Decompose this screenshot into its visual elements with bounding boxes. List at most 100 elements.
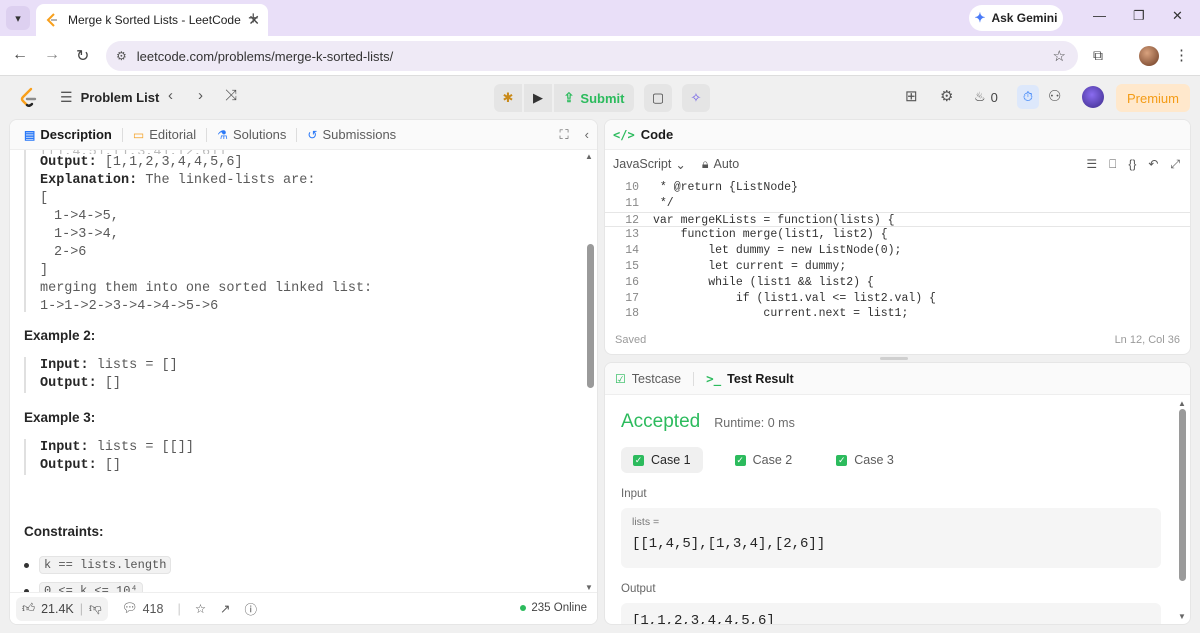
format-lines-icon[interactable]: ☰ xyxy=(1086,157,1097,172)
tab-search-button[interactable]: ▾ xyxy=(6,6,30,30)
tab-test-result-label: Test Result xyxy=(727,371,794,386)
submit-button[interactable]: ⇪ Submit xyxy=(554,84,634,112)
left-panel-tools: ⛶ ‹ xyxy=(560,127,589,143)
accepted-status: Accepted xyxy=(621,411,701,432)
add-collaborator-icon[interactable]: ⚇ xyxy=(1048,87,1061,105)
code-line: 13 function merge(list1, list2) { xyxy=(605,227,1190,243)
help-icon[interactable]: ⓘ xyxy=(245,599,258,618)
output-box: [1,1,2,3,4,4,5,6] xyxy=(621,603,1161,624)
share-icon[interactable]: ↗ xyxy=(220,601,230,616)
auto-mode-toggle[interactable]: 🔒︎ Auto xyxy=(702,157,739,172)
braces-icon[interactable]: {} xyxy=(1128,157,1136,172)
next-problem-icon[interactable]: › xyxy=(198,87,203,104)
description-scrollbar[interactable]: ▲ ▼ xyxy=(585,150,595,594)
leetcode-logo-icon[interactable] xyxy=(18,87,38,109)
tab-testcase[interactable]: Testcase xyxy=(632,372,681,386)
url-text[interactable]: leetcode.com/problems/merge-k-sorted-lis… xyxy=(137,49,393,64)
close-window-icon[interactable]: ✕ xyxy=(1172,8,1183,24)
language-select[interactable]: JavaScript ⌄ xyxy=(613,157,686,172)
back-arrow-icon[interactable]: ← xyxy=(12,46,28,64)
minimize-window-icon[interactable]: — xyxy=(1093,8,1106,23)
online-dot-icon xyxy=(520,605,527,611)
linked-list-2: 1->3->4, xyxy=(54,227,119,242)
tab-submissions[interactable]: ↺ Submissions xyxy=(301,127,402,142)
browser-menu-icon[interactable]: ⋮ xyxy=(1174,46,1189,64)
leetcode-favicon-icon xyxy=(46,13,57,27)
fullscreen-icon[interactable]: ⛶ xyxy=(560,127,569,143)
linked-list-3: 2->6 xyxy=(54,245,87,260)
example-1-block: [[1,4,5],[1,3,4],[2,6]] Output: [1,1,2,3… xyxy=(24,150,372,314)
case-tab-3[interactable]: ✓ Case 3 xyxy=(824,447,906,473)
collapse-panel-icon[interactable]: ‹ xyxy=(585,127,589,143)
problem-list-label: Problem List xyxy=(80,90,160,105)
line-text: current.next = list1; xyxy=(653,307,909,321)
expand-editor-icon[interactable]: ⤢ xyxy=(1170,157,1180,172)
layout-grid-icon[interactable]: ⊞ xyxy=(905,87,918,105)
line-number: 11 xyxy=(625,196,639,210)
line-text: * @return {ListNode} xyxy=(653,181,798,194)
online-indicator: 235 Online xyxy=(520,602,587,614)
scroll-down-arrow-icon[interactable]: ▼ xyxy=(1178,612,1186,621)
premium-button[interactable]: Premium xyxy=(1116,84,1190,112)
reload-icon[interactable]: ↻ xyxy=(76,46,89,66)
case-tab-1[interactable]: ✓ Case 1 xyxy=(621,447,703,473)
settings-gear-icon[interactable]: ⚙ xyxy=(940,87,953,105)
line-text: let current = dummy; xyxy=(653,259,847,273)
scroll-down-arrow-icon[interactable]: ▼ xyxy=(585,583,593,592)
scrollbar-thumb[interactable] xyxy=(1179,409,1186,581)
case-label: Case 2 xyxy=(752,453,793,467)
scroll-up-arrow-icon[interactable]: ▲ xyxy=(1178,399,1186,408)
notes-icon[interactable]: ▢ xyxy=(644,84,672,112)
thumbs-down-icon[interactable]: 👎︎ xyxy=(89,601,102,616)
result-summary: Accepted Runtime: 0 ms xyxy=(621,411,795,433)
cloud-upload-icon: ⇪ xyxy=(563,90,575,105)
debug-bug-icon[interactable]: ✱ xyxy=(494,84,522,112)
restore-window-icon[interactable]: ❐ xyxy=(1133,8,1145,24)
tab-divider xyxy=(296,127,298,142)
constraint-item: k == lists.length xyxy=(24,556,172,574)
thumbs-up-icon[interactable]: 👍︎ xyxy=(22,601,35,616)
scroll-up-arrow-icon[interactable]: ▲ xyxy=(585,152,593,161)
case-tab-2[interactable]: ✓ Case 2 xyxy=(723,447,805,473)
site-info-icon[interactable]: ⚙ xyxy=(116,49,127,63)
description-panel: ▤ Description ▭ Editorial ⚗ Solutions ↺ … xyxy=(9,119,598,625)
bookmark-star-icon[interactable]: ☆ xyxy=(1053,47,1066,65)
streak-counter[interactable]: ♨ 0 xyxy=(974,89,998,105)
streak-count: 0 xyxy=(990,89,998,105)
run-play-icon[interactable]: ▶ xyxy=(524,84,552,112)
shuffle-icon[interactable]: ⤨ xyxy=(225,87,237,104)
panel-resize-handle[interactable] xyxy=(880,357,908,360)
bookmark-icon[interactable]: ⎕ xyxy=(1109,157,1116,172)
timer-icon[interactable]: ⏱ xyxy=(1017,85,1039,109)
new-tab-button[interactable]: + xyxy=(248,8,259,29)
tab-solutions[interactable]: ⚗ Solutions xyxy=(211,127,292,142)
comments-button[interactable]: 💬︎ 418 xyxy=(122,601,164,616)
example-3-input: Input: lists = [[]] xyxy=(40,439,194,457)
reset-code-icon[interactable]: ↶ xyxy=(1148,157,1158,172)
browser-profile-avatar[interactable] xyxy=(1139,46,1159,66)
output-value: [] xyxy=(104,376,122,391)
forward-arrow-icon[interactable]: → xyxy=(44,46,60,64)
scrollbar-thumb[interactable] xyxy=(587,244,594,388)
ai-sparkle-icon[interactable]: ✧ xyxy=(682,84,710,112)
previous-problem-icon[interactable]: ‹ xyxy=(168,87,173,104)
browser-tab[interactable]: Merge k Sorted Lists - LeetCode ✕ xyxy=(36,4,268,36)
user-avatar[interactable] xyxy=(1082,86,1104,108)
description-footer: 👍︎ 21.4K | 👎︎ 💬︎ 418 | ☆ ↗ ⓘ 235 Online xyxy=(10,592,597,624)
like-dislike-group: 👍︎ 21.4K | 👎︎ xyxy=(16,596,108,621)
problem-list-button[interactable]: ☰ Problem List xyxy=(60,89,159,106)
test-result-panel: ☑ Testcase >_ Test Result Accepted Runti… xyxy=(604,362,1191,625)
open-bracket: [ xyxy=(40,191,49,206)
tab-description[interactable]: ▤ Description xyxy=(18,127,118,142)
ask-gemini-button[interactable]: ✦ Ask Gemini xyxy=(969,5,1063,31)
extensions-icon[interactable]: ⧉ xyxy=(1093,47,1103,64)
tab-editorial[interactable]: ▭ Editorial xyxy=(127,127,202,142)
input-label: Input xyxy=(621,488,647,500)
favorite-star-icon[interactable]: ☆ xyxy=(195,601,206,616)
linked-list-1: 1->4->5, xyxy=(54,209,119,224)
chevron-down-icon: ⌄ xyxy=(675,157,686,172)
result-scrollbar[interactable]: ▲ ▼ xyxy=(1178,399,1187,621)
address-bar[interactable]: ⚙ leetcode.com/problems/merge-k-sorted-l… xyxy=(106,41,1078,71)
tab-test-result[interactable]: >_ Test Result xyxy=(706,371,794,386)
code-editor[interactable]: 10 * @return {ListNode} 11 */ 12 var merg… xyxy=(605,180,1190,322)
